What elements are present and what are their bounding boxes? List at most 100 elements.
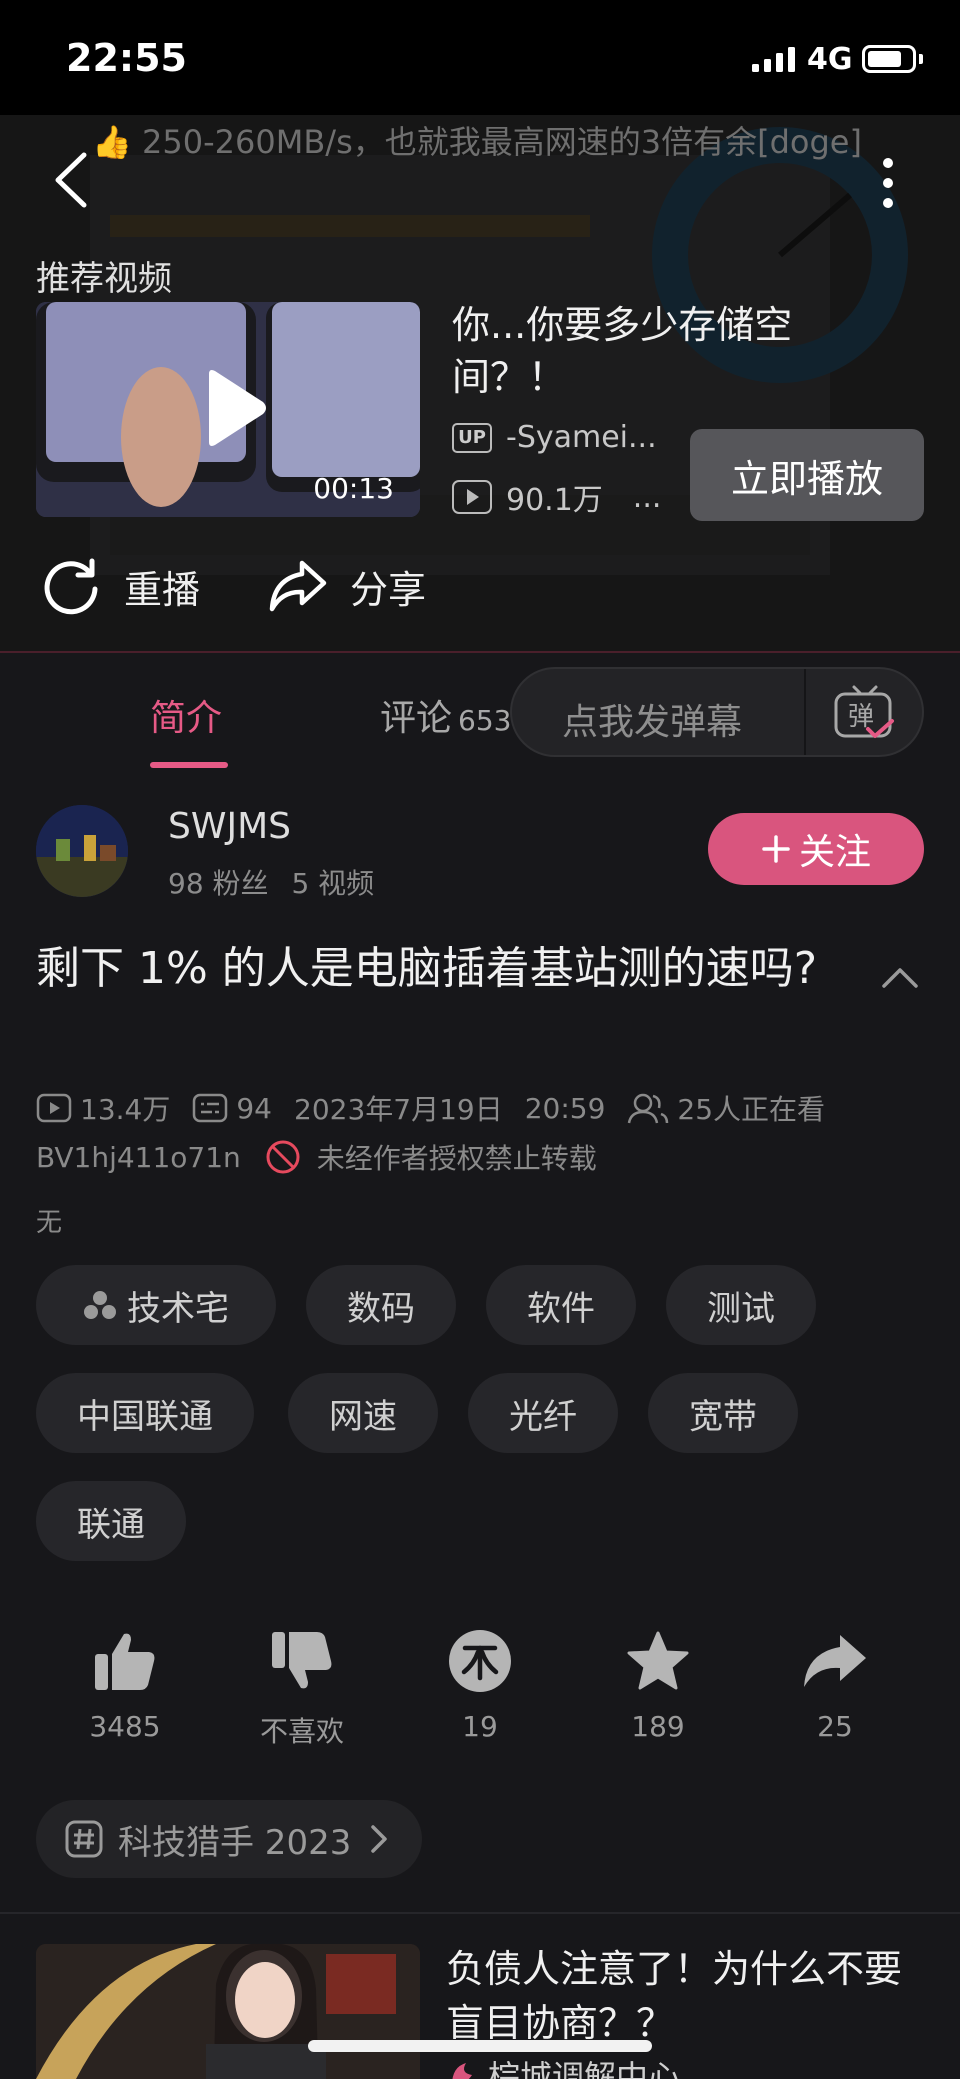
tab-active-indicator bbox=[150, 762, 228, 768]
author-avatar[interactable] bbox=[36, 805, 128, 897]
no-repost-icon bbox=[266, 1140, 300, 1174]
favorite-button[interactable]: 189 bbox=[608, 1628, 708, 1743]
more-options-button[interactable] bbox=[870, 153, 906, 213]
favorite-count: 189 bbox=[631, 1710, 685, 1743]
cellular-signal-icon bbox=[752, 46, 796, 72]
next-video-thumbnail[interactable] bbox=[36, 1944, 420, 2079]
danmaku-toggle-icon[interactable]: 弹 bbox=[832, 683, 896, 743]
replay-icon bbox=[44, 558, 98, 615]
danmaku-toggle-char: 弹 bbox=[848, 702, 874, 732]
status-bar: 22:55 4G bbox=[0, 0, 960, 115]
bvid[interactable]: BV1hj411o71n bbox=[36, 1141, 241, 1174]
recommended-video-thumbnail[interactable]: 00:13 bbox=[36, 302, 420, 517]
tag-item[interactable]: 网速 bbox=[288, 1373, 438, 1453]
up-badge-icon: UP bbox=[452, 422, 492, 453]
next-thumbnail-image bbox=[36, 1944, 420, 2079]
copyright-notice: 未经作者授权禁止转载 bbox=[316, 1142, 597, 1175]
recommended-more: ... bbox=[632, 479, 662, 515]
next-video-up: 棕城调解中心 bbox=[446, 2052, 680, 2079]
watching-count: 25人正在看 bbox=[627, 1088, 825, 1128]
share-icon bbox=[804, 1635, 866, 1687]
tab-comments-label: 评论 bbox=[380, 698, 453, 739]
thumbs-up-icon bbox=[95, 1633, 155, 1690]
follow-button[interactable]: 关注 bbox=[708, 813, 924, 885]
back-button[interactable] bbox=[48, 145, 98, 215]
danmaku-divider bbox=[804, 669, 806, 755]
danmaku-count-icon bbox=[193, 1093, 228, 1123]
next-video-title[interactable]: 负债人注意了！为什么不要盲目协商？？ bbox=[446, 1942, 926, 2050]
publish-date: 2023年7月19日 20:59 bbox=[294, 1088, 605, 1128]
share-button[interactable]: 分享 bbox=[266, 555, 426, 617]
recommended-up-name: -Syamei... bbox=[506, 420, 657, 455]
dislike-label: 不喜欢 bbox=[259, 1715, 344, 1748]
back-arrow-icon bbox=[55, 152, 87, 208]
topic-chip[interactable]: 科技猎手 2023 bbox=[36, 1800, 422, 1878]
publish-date-value: 2023年7月19日 bbox=[294, 1093, 503, 1126]
battery-icon bbox=[862, 45, 916, 73]
play-icon bbox=[209, 370, 266, 446]
comments-count: 653 bbox=[458, 704, 512, 737]
like-count: 3485 bbox=[89, 1710, 161, 1743]
people-watching-icon bbox=[628, 1093, 669, 1124]
video-title: 剩下 1% 的人是电脑插着基站测的速吗? bbox=[36, 943, 818, 994]
tag-item[interactable]: 数码 bbox=[306, 1265, 456, 1345]
topic-label: 科技猎手 2023 bbox=[118, 1822, 352, 1863]
share-count: 25 bbox=[817, 1710, 853, 1743]
author-videos: 5 视频 bbox=[291, 867, 375, 900]
replay-label: 重播 bbox=[124, 567, 201, 612]
danmaku-input[interactable]: 点我发弹幕 弹 bbox=[510, 667, 924, 757]
watching-value: 25人正在看 bbox=[677, 1093, 826, 1126]
battery-tip bbox=[919, 54, 923, 64]
avatar-image bbox=[36, 805, 128, 897]
author-name[interactable]: SWJMS bbox=[168, 806, 291, 847]
tag-item[interactable]: 技术宅 bbox=[36, 1265, 276, 1345]
danmaku-count: 94 bbox=[192, 1092, 272, 1125]
chevron-right-icon bbox=[371, 1825, 388, 1853]
replay-button[interactable]: 重播 bbox=[40, 555, 200, 617]
recommended-views: 90.1万 bbox=[506, 483, 603, 518]
author-stats: 98 粉丝 5 视频 bbox=[168, 862, 388, 902]
collapse-button[interactable] bbox=[880, 962, 920, 992]
star-icon bbox=[627, 1631, 689, 1690]
video-duration: 00:13 bbox=[313, 472, 394, 505]
tag-item[interactable]: 联通 bbox=[36, 1481, 186, 1561]
tag-item[interactable]: 软件 bbox=[486, 1265, 636, 1345]
tag-item[interactable]: 中国联通 bbox=[36, 1373, 254, 1453]
like-button[interactable]: 3485 bbox=[75, 1628, 175, 1743]
coin-icon bbox=[449, 1630, 511, 1692]
home-indicator bbox=[308, 2040, 652, 2052]
tag-item[interactable]: 测试 bbox=[666, 1265, 816, 1345]
play-now-button[interactable]: 立即播放 bbox=[690, 429, 924, 521]
recommended-up-row: UP -Syamei... bbox=[452, 420, 657, 455]
recommended-video-title[interactable]: 你...你要多少存储空间？！ bbox=[452, 299, 812, 403]
network-type: 4G bbox=[807, 42, 853, 77]
channel-icon bbox=[84, 1291, 116, 1319]
dislike-button[interactable]: 不喜欢 bbox=[252, 1628, 352, 1750]
share-action-button[interactable]: 25 bbox=[785, 1628, 885, 1743]
tag-label: 技术宅 bbox=[127, 1288, 229, 1329]
coin-button[interactable]: 19 bbox=[430, 1628, 530, 1743]
share-arrow-icon bbox=[269, 560, 327, 612]
channel-logo-icon bbox=[452, 2063, 472, 2079]
coin-count: 19 bbox=[462, 1710, 498, 1743]
follow-label: 关注 bbox=[798, 832, 871, 873]
author-fans: 98 粉丝 bbox=[168, 867, 269, 900]
tabs-bar: 简介 评论 653 点我发弹幕 弹 bbox=[0, 653, 960, 773]
topic-hash-icon bbox=[65, 1820, 103, 1858]
tag-item[interactable]: 宽带 bbox=[648, 1373, 798, 1453]
video-player[interactable]: 👍 250-260MB/s，也就我最高网速的3倍有余[doge] 推荐视频 00… bbox=[0, 115, 960, 653]
danmaku-placeholder: 点我发弹幕 bbox=[562, 702, 743, 743]
status-time: 22:55 bbox=[66, 36, 187, 80]
danmaku-text: 👍 250-260MB/s，也就我最高网速的3倍有余[doge] bbox=[92, 123, 862, 161]
play-count-icon bbox=[36, 1093, 72, 1123]
tab-comments[interactable]: 评论 653 bbox=[380, 689, 511, 741]
play-count-icon bbox=[452, 480, 492, 514]
tag-item[interactable]: 光纤 bbox=[468, 1373, 618, 1453]
share-label: 分享 bbox=[350, 567, 427, 612]
publish-time-value: 20:59 bbox=[524, 1091, 606, 1125]
section-divider bbox=[0, 1912, 960, 1914]
video-description: 无 bbox=[36, 1208, 63, 1238]
danmaku-count-value: 94 bbox=[236, 1091, 272, 1125]
tab-intro[interactable]: 简介 bbox=[150, 689, 222, 741]
thumbs-down-icon bbox=[272, 1632, 332, 1689]
